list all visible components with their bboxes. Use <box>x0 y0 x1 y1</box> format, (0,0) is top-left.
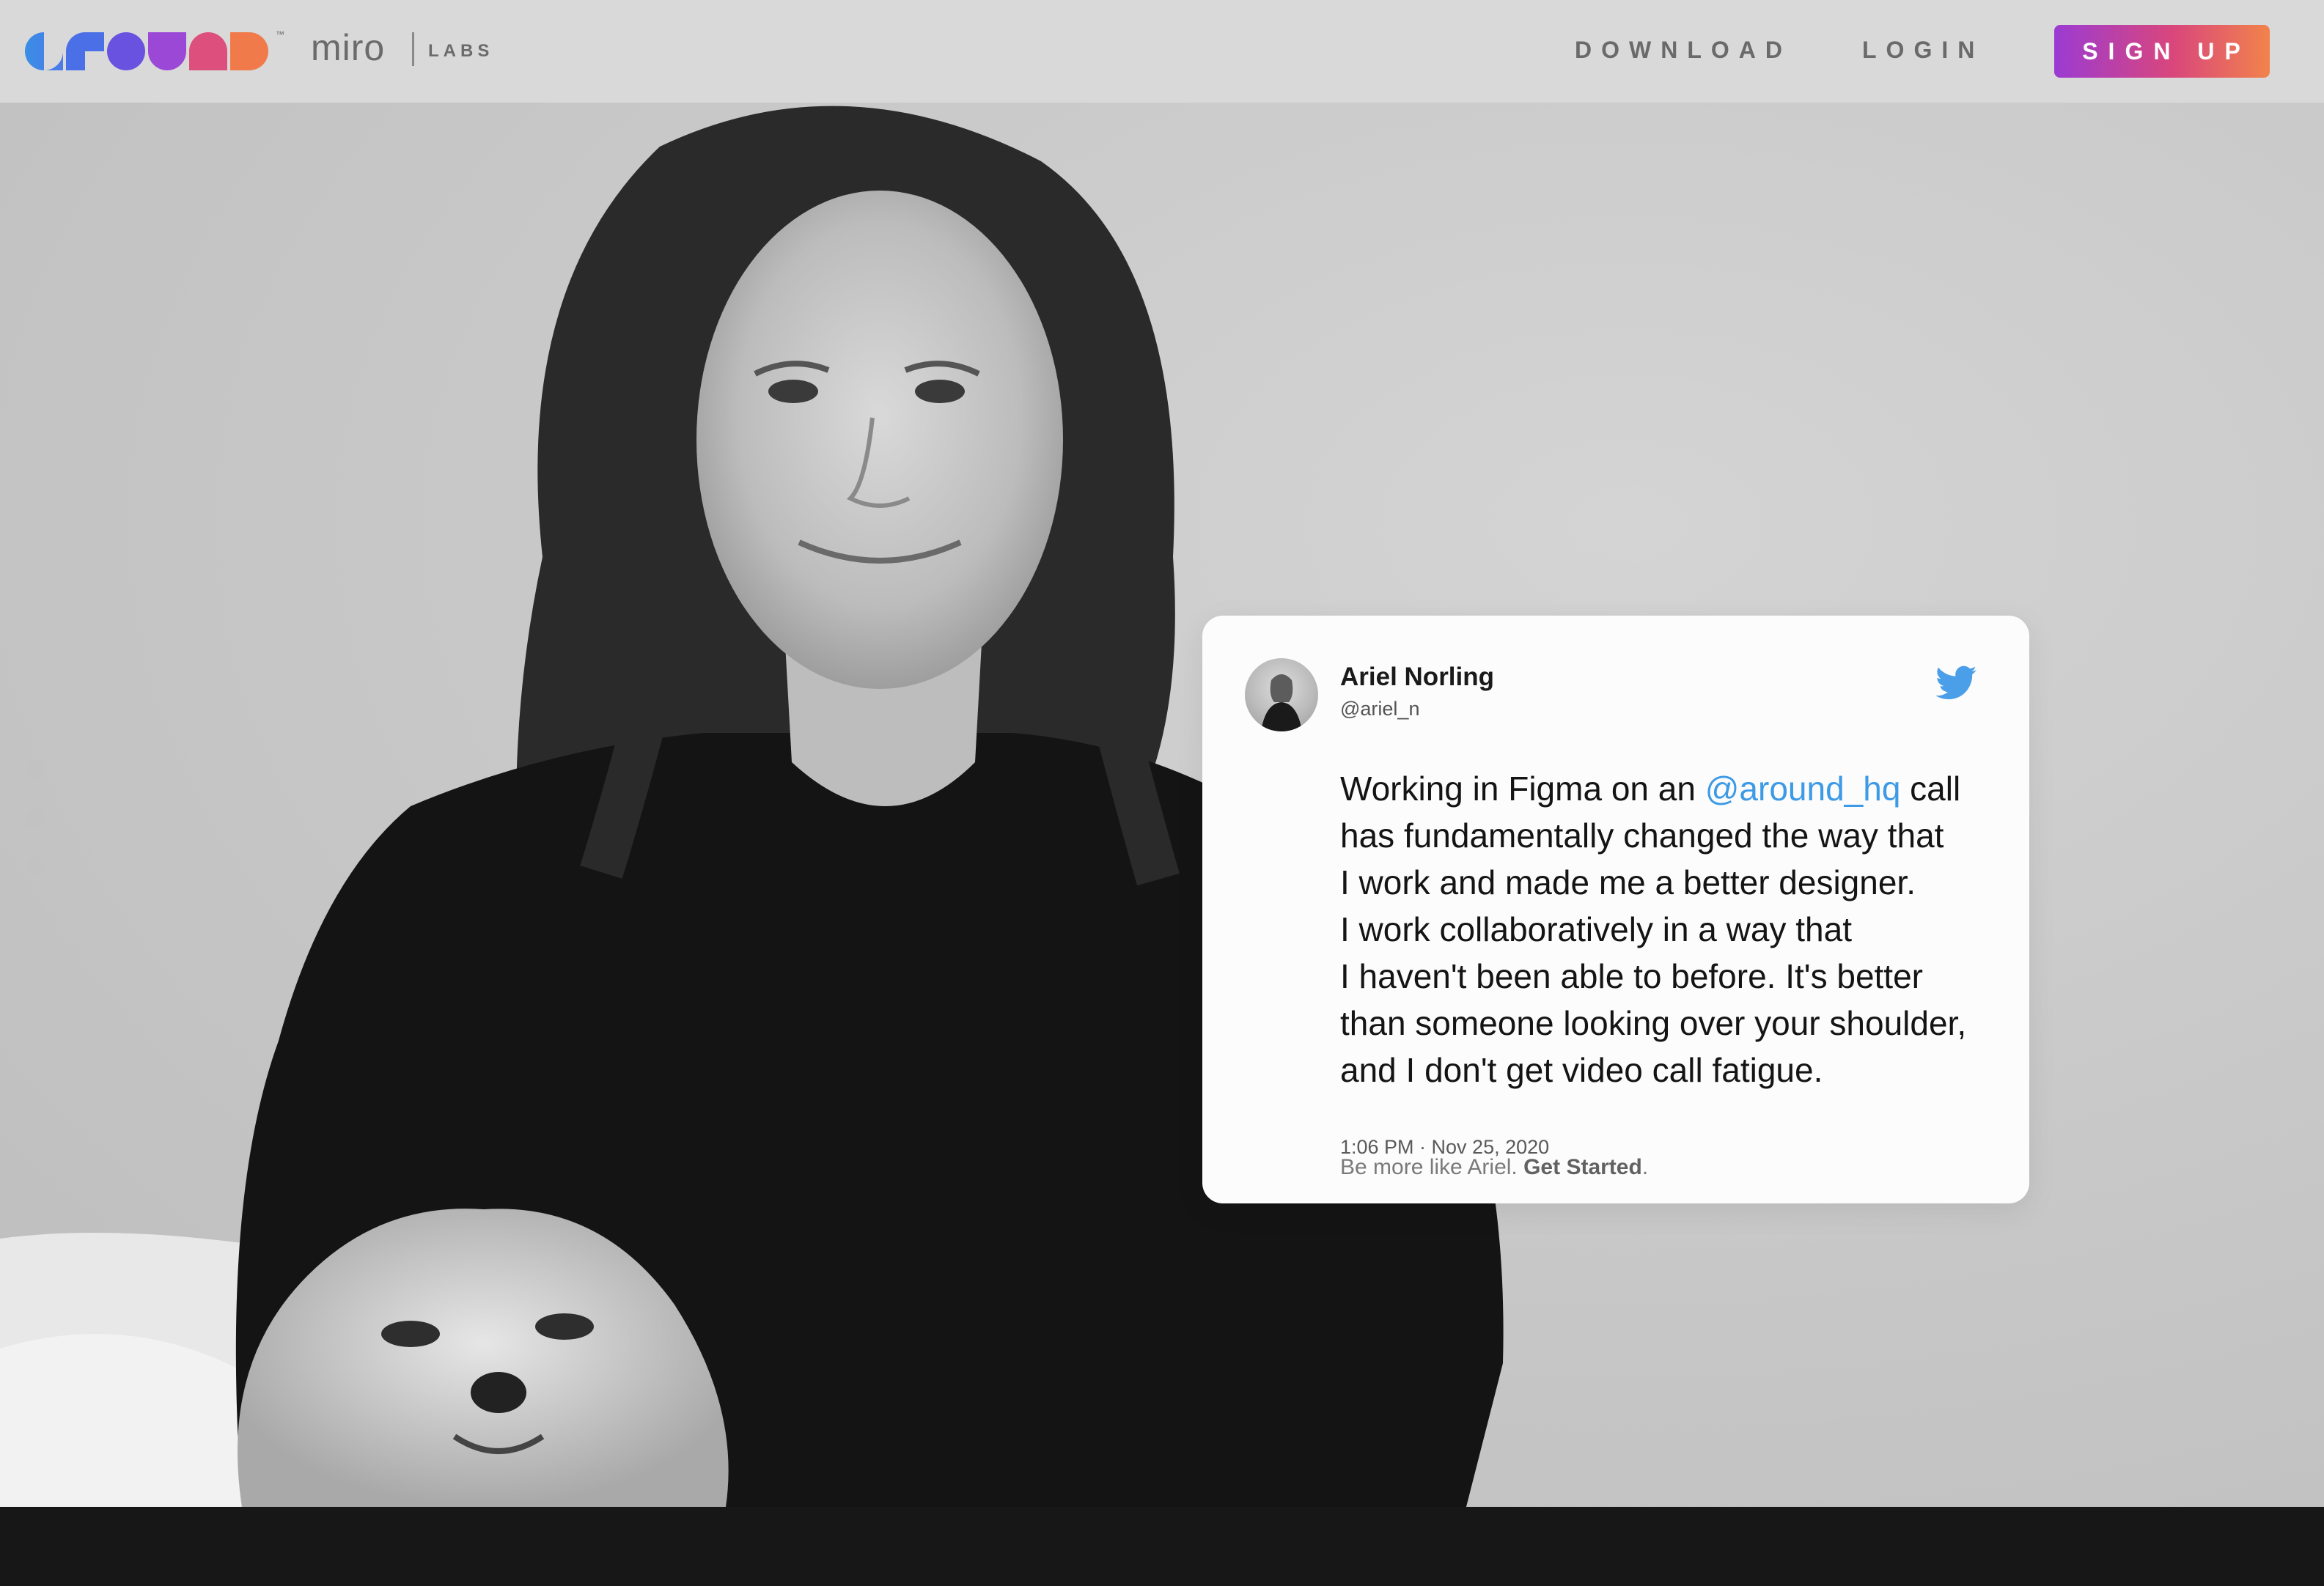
miro-logo[interactable]: miro <box>311 26 385 69</box>
author-name[interactable]: Ariel Norling <box>1340 663 1494 692</box>
logo-letter-r <box>66 32 104 70</box>
author-handle[interactable]: @ariel_n <box>1340 698 1419 720</box>
tweet-line: I work and made me a better designer. <box>1340 863 1916 901</box>
tweet-body: Working in Figma on an @around_hq call h… <box>1340 765 2000 1093</box>
download-link[interactable]: DOWNLOAD <box>1575 37 1792 64</box>
sign-up-button[interactable]: SIGN UP <box>2054 25 2270 78</box>
login-link[interactable]: LOGIN <box>1862 37 1984 64</box>
tweet-text: call <box>1900 770 1961 808</box>
tweet-line: I haven't been able to before. It's bett… <box>1340 957 1923 995</box>
slide-indicator-2[interactable] <box>26 809 44 827</box>
cta-text: Be more like Ariel. <box>1340 1155 1524 1179</box>
cta-period: . <box>1641 1155 1649 1179</box>
tweet-card[interactable]: Ariel Norling @ariel_n Working in Figma … <box>1202 616 2029 1203</box>
twitter-bird-icon[interactable] <box>1935 665 1976 701</box>
slide-indicator-3[interactable] <box>26 857 44 875</box>
tweet-line: and I don't get video call fatigue. <box>1340 1051 1823 1089</box>
logo-letter-o <box>107 32 145 70</box>
hero-section: Ariel Norling @ariel_n Working in Figma … <box>0 103 2324 1507</box>
logo-letter-n <box>189 32 227 70</box>
tweet-line: Working in Figma on an @around_hq call <box>1340 765 2000 812</box>
logo-letter-a <box>25 32 63 70</box>
slide-indicator-1[interactable] <box>26 761 44 778</box>
around-logo[interactable] <box>25 32 268 70</box>
slide-indicator-6[interactable] <box>26 1003 44 1020</box>
top-navigation: ™ miro LABS DOWNLOAD LOGIN SIGN UP <box>0 0 2324 103</box>
footer-bar <box>0 1507 2324 1586</box>
get-started-link[interactable]: Get Started <box>1523 1155 1642 1179</box>
logo-letter-u <box>148 32 186 70</box>
trademark: ™ <box>276 29 284 40</box>
logo-letter-d <box>230 32 268 70</box>
labs-label: LABS <box>428 41 494 61</box>
slide-indicator-5[interactable] <box>26 954 44 972</box>
tweet-line: I work collaboratively in a way that <box>1340 910 1852 948</box>
tweet-text: Working in Figma on an <box>1340 770 1705 808</box>
tweet-line: has fundamentally changed the way that <box>1340 816 1944 855</box>
call-to-action: Be more like Ariel. Get Started. <box>1340 1155 1648 1180</box>
tweet-line: than someone looking over your shoulder, <box>1340 1004 1967 1042</box>
mention-link[interactable]: @around_hq <box>1705 770 1901 808</box>
logo-divider <box>412 32 414 66</box>
slide-indicator-4[interactable] <box>26 906 44 923</box>
author-avatar <box>1245 658 1318 731</box>
